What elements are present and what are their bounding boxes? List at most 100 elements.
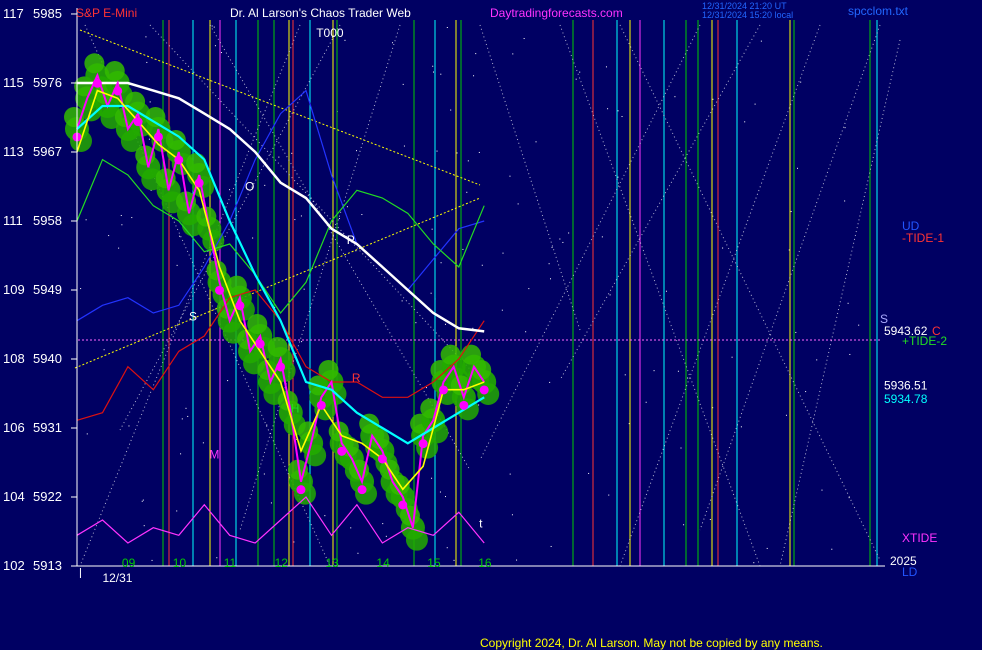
star-dot bbox=[303, 288, 305, 290]
y-tick-left: 115 bbox=[3, 75, 24, 90]
star-dot bbox=[121, 224, 123, 226]
star-dot bbox=[744, 121, 746, 123]
date-label: 12/31 bbox=[102, 571, 132, 585]
star-dot bbox=[605, 66, 607, 68]
price-point bbox=[194, 178, 204, 188]
star-dot bbox=[677, 370, 679, 372]
star-dot bbox=[535, 141, 537, 143]
star-dot bbox=[528, 288, 530, 290]
star-dot bbox=[357, 552, 359, 554]
marker-m: M bbox=[209, 448, 219, 462]
star-dot bbox=[502, 252, 504, 254]
star-dot bbox=[118, 247, 120, 249]
star-dot bbox=[263, 473, 265, 475]
marker-h: H bbox=[291, 402, 300, 416]
star-dot bbox=[849, 353, 851, 355]
x-tick-hour: 14 bbox=[376, 556, 390, 570]
star-dot bbox=[831, 548, 833, 550]
star-dot bbox=[478, 404, 480, 406]
star-dot bbox=[512, 53, 514, 55]
price-point bbox=[153, 132, 163, 142]
star-dot bbox=[436, 150, 438, 152]
star-dot bbox=[252, 237, 254, 239]
star-dot bbox=[444, 323, 446, 325]
star-dot bbox=[450, 109, 452, 111]
star-dot bbox=[456, 152, 458, 154]
star-dot bbox=[278, 156, 280, 158]
symbol-label: S&P E-Mini bbox=[76, 6, 137, 20]
y-tick-price: 5949 bbox=[33, 282, 62, 297]
chaos-trader-chart: T000T000OOPPSSNCHHMMttUUVVJRP 1175985115… bbox=[0, 0, 982, 650]
star-dot bbox=[709, 518, 711, 520]
star-dot bbox=[501, 309, 503, 311]
star-dot bbox=[432, 65, 434, 67]
star-dot bbox=[148, 138, 150, 140]
star-dot bbox=[478, 151, 480, 153]
cloud-blob bbox=[355, 482, 378, 505]
y-tick-price: 5967 bbox=[33, 144, 62, 159]
star-dot bbox=[674, 96, 676, 98]
y-tick-price: 5958 bbox=[33, 213, 62, 228]
star-dot bbox=[142, 499, 144, 501]
star-dot bbox=[216, 557, 218, 559]
star-dot bbox=[785, 414, 787, 416]
star-dot bbox=[795, 331, 797, 333]
marker-s: S bbox=[189, 310, 197, 324]
y-tick-left: 113 bbox=[3, 144, 24, 159]
star-dot bbox=[301, 341, 303, 343]
right-label-tide1: -TIDE-1 bbox=[902, 231, 944, 245]
star-dot bbox=[151, 559, 153, 561]
star-dot bbox=[294, 219, 296, 221]
price-point bbox=[377, 454, 387, 464]
star-dot bbox=[687, 377, 689, 379]
star-dot bbox=[665, 290, 667, 292]
star-dot bbox=[731, 356, 733, 358]
star-dot bbox=[425, 387, 427, 389]
star-dot bbox=[220, 52, 222, 54]
star-dot bbox=[559, 238, 561, 240]
cloud-blob bbox=[247, 313, 268, 334]
price-point bbox=[174, 155, 184, 165]
marker-r: R bbox=[352, 371, 361, 385]
star-dot bbox=[760, 40, 762, 42]
star-dot bbox=[847, 302, 849, 304]
star-dot bbox=[431, 477, 433, 479]
star-dot bbox=[402, 83, 404, 85]
star-dot bbox=[550, 545, 552, 547]
price-point bbox=[92, 78, 102, 88]
star-dot bbox=[562, 241, 564, 243]
cloud-blob bbox=[293, 482, 316, 505]
star-dot bbox=[131, 217, 133, 219]
star-dot bbox=[624, 374, 626, 376]
star-dot bbox=[120, 214, 122, 216]
copyright-notice: Copyright 2024, Dr. Al Larson. May not b… bbox=[480, 636, 823, 650]
star-dot bbox=[227, 380, 229, 382]
star-dot bbox=[270, 502, 272, 504]
star-dot bbox=[356, 150, 358, 152]
star-dot bbox=[858, 324, 860, 326]
star-dot bbox=[108, 235, 110, 237]
star-dot bbox=[617, 110, 619, 112]
star-dot bbox=[800, 81, 802, 83]
right-label-xtide: XTIDE bbox=[902, 531, 937, 545]
star-dot bbox=[844, 127, 846, 129]
right-value: 5936.51 bbox=[884, 379, 928, 393]
star-dot bbox=[202, 442, 204, 444]
x-tick-hour: 12 bbox=[275, 556, 289, 570]
y-tick-price: 5931 bbox=[33, 420, 62, 435]
star-dot bbox=[214, 45, 216, 47]
star-dot bbox=[445, 496, 447, 498]
star-dot bbox=[446, 26, 448, 28]
star-dot bbox=[432, 71, 434, 73]
star-dot bbox=[86, 433, 88, 435]
cloud-blob bbox=[318, 359, 339, 380]
star-dot bbox=[145, 36, 147, 38]
star-dot bbox=[324, 515, 326, 517]
star-dot bbox=[211, 25, 213, 27]
price-point bbox=[255, 339, 265, 349]
site-link[interactable]: Daytradingforecasts.com bbox=[490, 6, 623, 20]
star-dot bbox=[821, 489, 823, 491]
star-dot bbox=[466, 191, 468, 193]
star-dot bbox=[185, 407, 187, 409]
star-dot bbox=[361, 214, 363, 216]
